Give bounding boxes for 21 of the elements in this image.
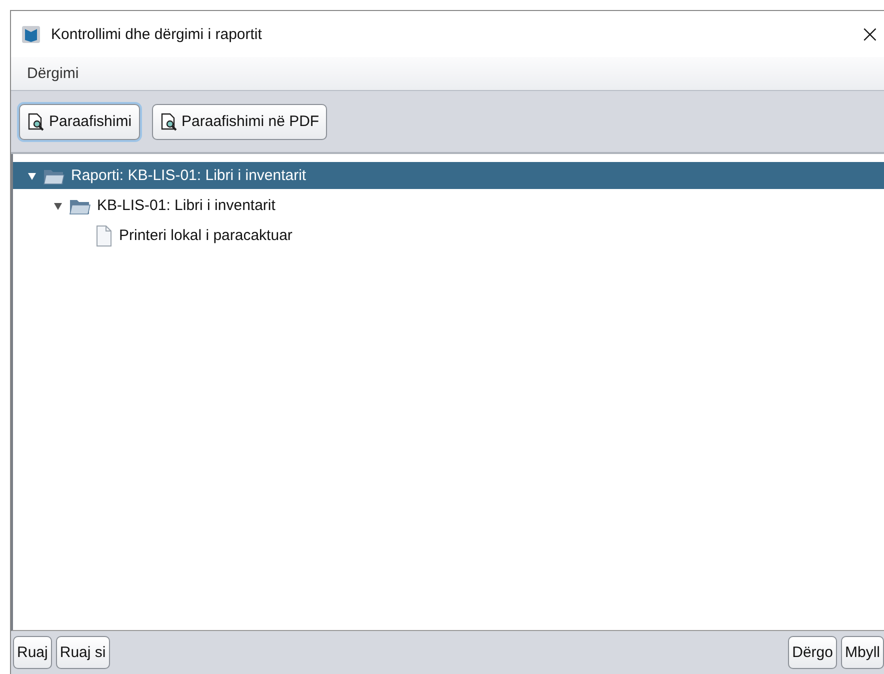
menu-item[interactable]: Dërgimi bbox=[27, 65, 79, 82]
preview-button[interactable]: Paraafishimi bbox=[19, 104, 140, 140]
action-button[interactable]: Mbyll bbox=[840, 636, 884, 669]
action-button[interactable]: Dërgo bbox=[788, 636, 837, 669]
tree-item[interactable]: Raporti: KB-LIS-01: Libri i inventarit bbox=[13, 162, 884, 189]
expanded-triangle-icon[interactable] bbox=[27, 170, 37, 180]
preview-button[interactable]: Paraafishimi në PDF bbox=[152, 104, 328, 140]
tree-label: Printeri lokal i paracaktuar bbox=[119, 227, 292, 244]
tree-item[interactable]: KB-LIS-01: Libri i inventarit bbox=[13, 192, 884, 219]
app-icon bbox=[21, 24, 41, 44]
save-button[interactable]: Ruaj bbox=[13, 636, 52, 669]
document-icon bbox=[95, 224, 113, 246]
preview-icon bbox=[27, 112, 45, 130]
tree-label: KB-LIS-01: Libri i inventarit bbox=[97, 197, 276, 214]
window-title: Kontrollimi dhe dërgimi i raportit bbox=[51, 26, 263, 42]
save-button[interactable]: Ruaj si bbox=[56, 636, 110, 669]
tree-label: Raporti: KB-LIS-01: Libri i inventarit bbox=[71, 167, 306, 184]
tree-item[interactable]: Printeri lokal i paracaktuar bbox=[13, 222, 884, 249]
expanded-triangle-icon[interactable] bbox=[53, 200, 63, 210]
close-button[interactable]: × bbox=[860, 20, 884, 48]
preview-icon bbox=[160, 112, 178, 130]
